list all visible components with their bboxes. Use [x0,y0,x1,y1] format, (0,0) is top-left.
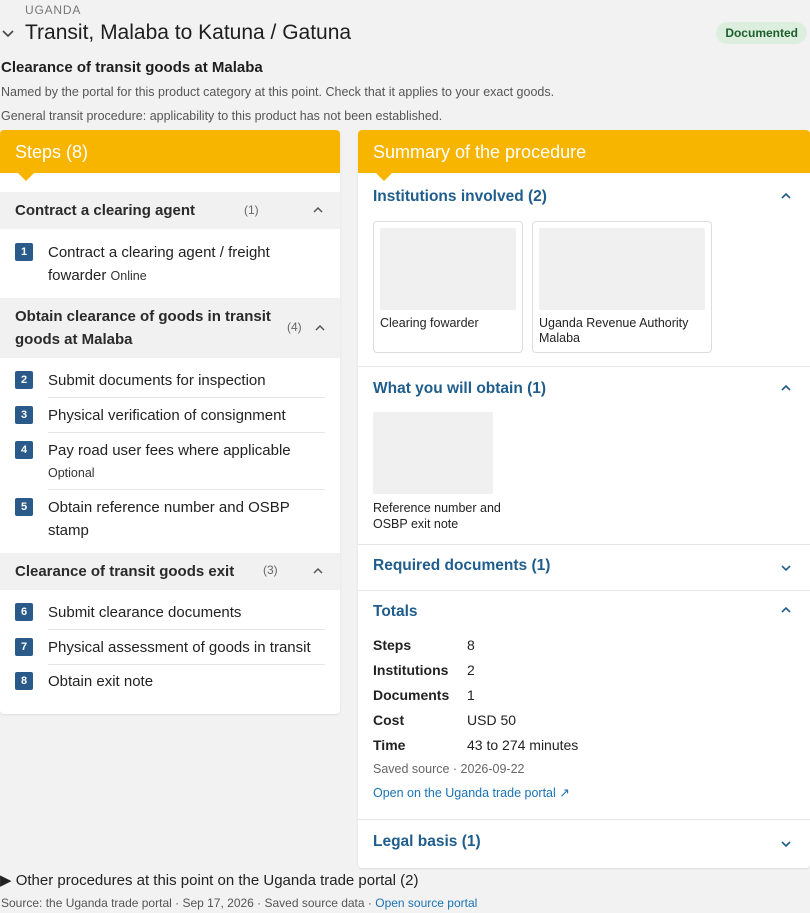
institution-name: Clearing fowarder [380,316,479,330]
saved-source-date: Saved source · 2026-09-22 [373,762,525,776]
step-number: 4 [15,441,33,459]
step-item[interactable]: 7 Physical assessment of goods in transi… [15,636,325,660]
step-number: 6 [15,603,33,621]
step-number: 8 [15,672,33,690]
obtain-section-title[interactable]: What you will obtain (1) [373,380,546,398]
open-portal-link[interactable]: Open on the Uganda trade portal ↗ [373,785,570,800]
chevron-up-icon[interactable] [312,204,324,216]
chevron-up-icon[interactable] [780,382,792,394]
step-item[interactable]: 3 Physical verification of consignment [15,404,325,428]
step-group-header[interactable]: Clearance of transit goods exit (3) [0,553,340,590]
totals-label: Institutions [373,662,449,678]
required-documents-section-title[interactable]: Required documents (1) [373,557,550,575]
chevron-down-icon[interactable] [780,562,792,574]
optional-tag: Optional [48,466,95,480]
step-divider [48,489,325,490]
totals-value: 8 [467,637,475,653]
summary-panel-header: Summary of the procedure [358,130,810,181]
source-footer: Source: the Uganda trade portal · Sep 17… [1,896,477,910]
steps-panel-title: Steps (8) [15,142,89,162]
step-group-title: Clearance of transit goods exit [15,563,235,580]
step-label: Obtain reference number and OSBP stamp [48,499,290,539]
page-title: Transit, Malaba to Katuna / Gatuna [25,21,352,44]
step-number: 3 [15,406,33,424]
totals-value: USD 50 [467,712,517,728]
totals-value: 2 [467,662,475,678]
institution-name: Uganda Revenue Authority Malaba [539,316,689,345]
chevron-up-icon[interactable] [314,322,326,334]
legal-basis-section-title[interactable]: Legal basis (1) [373,833,481,851]
step-divider [48,664,325,665]
section-divider [358,366,810,367]
procedure-header: Transit, Malaba to Katuna / Gatuna Docum… [0,20,810,48]
step-label: Pay road user fees where applicable [48,442,291,459]
step-item[interactable]: 6 Submit clearance documents [15,601,325,625]
applicability-note: Named by the portal for this product cat… [1,85,555,99]
step-number: 7 [15,638,33,656]
steps-panel-header: Steps (8) [0,130,340,181]
step-number: 1 [15,243,33,261]
totals-value: 1 [467,687,475,703]
obtain-item-image [373,412,493,494]
step-label: Obtain exit note [48,673,154,690]
totals-section-title[interactable]: Totals [373,603,418,621]
institution-card[interactable]: Clearing fowarder [373,221,523,353]
general-procedure-note: General transit procedure: applicability… [1,109,443,123]
totals-value: 43 to 274 minutes [467,737,579,753]
step-label: Submit documents for inspection [48,372,266,389]
step-divider [48,432,325,433]
step-group-title: Obtain clearance of goods in transit goo… [15,308,271,348]
other-procedures-label: Other procedures at this point on the Ug… [15,872,419,889]
online-tag: Online [110,269,147,283]
disclosure-triangle-icon: ▶ [0,872,12,889]
chevron-up-icon[interactable] [780,190,792,202]
procedure-subheading: Clearance of transit goods at Malaba [1,59,263,76]
totals-label: Cost [373,712,405,728]
step-group-count: (3) [263,563,278,577]
totals-label: Time [373,737,406,753]
step-number: 5 [15,498,33,516]
open-source-portal-link[interactable]: Open source portal [375,896,477,910]
section-divider [358,544,810,545]
step-group-count: (1) [244,203,259,217]
step-label: Physical verification of consignment [48,407,286,424]
status-badge: Documented [716,22,807,44]
totals-label: Steps [373,637,412,653]
step-group-title: Contract a clearing agent [15,202,196,219]
step-item[interactable]: 1 Contract a clearing agent / freight fo… [15,241,325,287]
institution-card[interactable]: Uganda Revenue Authority Malaba [532,221,712,353]
institution-image [380,228,516,310]
step-group-count: (4) [287,320,302,334]
institutions-section-title[interactable]: Institutions involved (2) [373,188,547,206]
country-label: UGANDA [25,3,82,17]
step-label: Submit clearance documents [48,604,242,621]
footer-source-text: Source: the Uganda trade portal · Sep 17… [1,896,376,910]
step-item[interactable]: 2 Submit documents for inspection [15,369,325,393]
step-divider [48,629,325,630]
section-divider [358,590,810,591]
step-group-header[interactable]: Obtain clearance of goods in transit goo… [0,298,340,358]
institution-image [539,228,705,310]
step-label: Physical assessment of goods in transit [48,639,311,656]
chevron-up-icon[interactable] [780,604,792,616]
obtain-item-name: Reference number and OSBP exit note [373,501,501,531]
totals-label: Documents [373,687,450,703]
step-divider [48,397,325,398]
step-number: 2 [15,371,33,389]
step-item[interactable]: 5 Obtain reference number and OSBP stamp [15,496,325,542]
step-group-header[interactable]: Contract a clearing agent (1) [0,192,340,229]
summary-panel-title: Summary of the procedure [373,142,587,162]
chevron-down-icon[interactable] [0,26,16,42]
step-item[interactable]: 4 Pay road user fees where applicable Op… [15,439,325,485]
chevron-up-icon[interactable] [312,565,324,577]
section-divider [358,819,810,820]
summary-panel: Summary of the procedure Institutions in… [358,130,810,868]
step-item[interactable]: 8 Obtain exit note [15,670,325,694]
chevron-down-icon[interactable] [780,838,792,850]
steps-panel: Steps (8) Contract a clearing agent (1) … [0,130,340,714]
step-label: Contract a clearing agent / freight fowa… [48,244,270,284]
other-procedures-toggle[interactable]: ▶ Other procedures at this point on the … [0,871,418,889]
